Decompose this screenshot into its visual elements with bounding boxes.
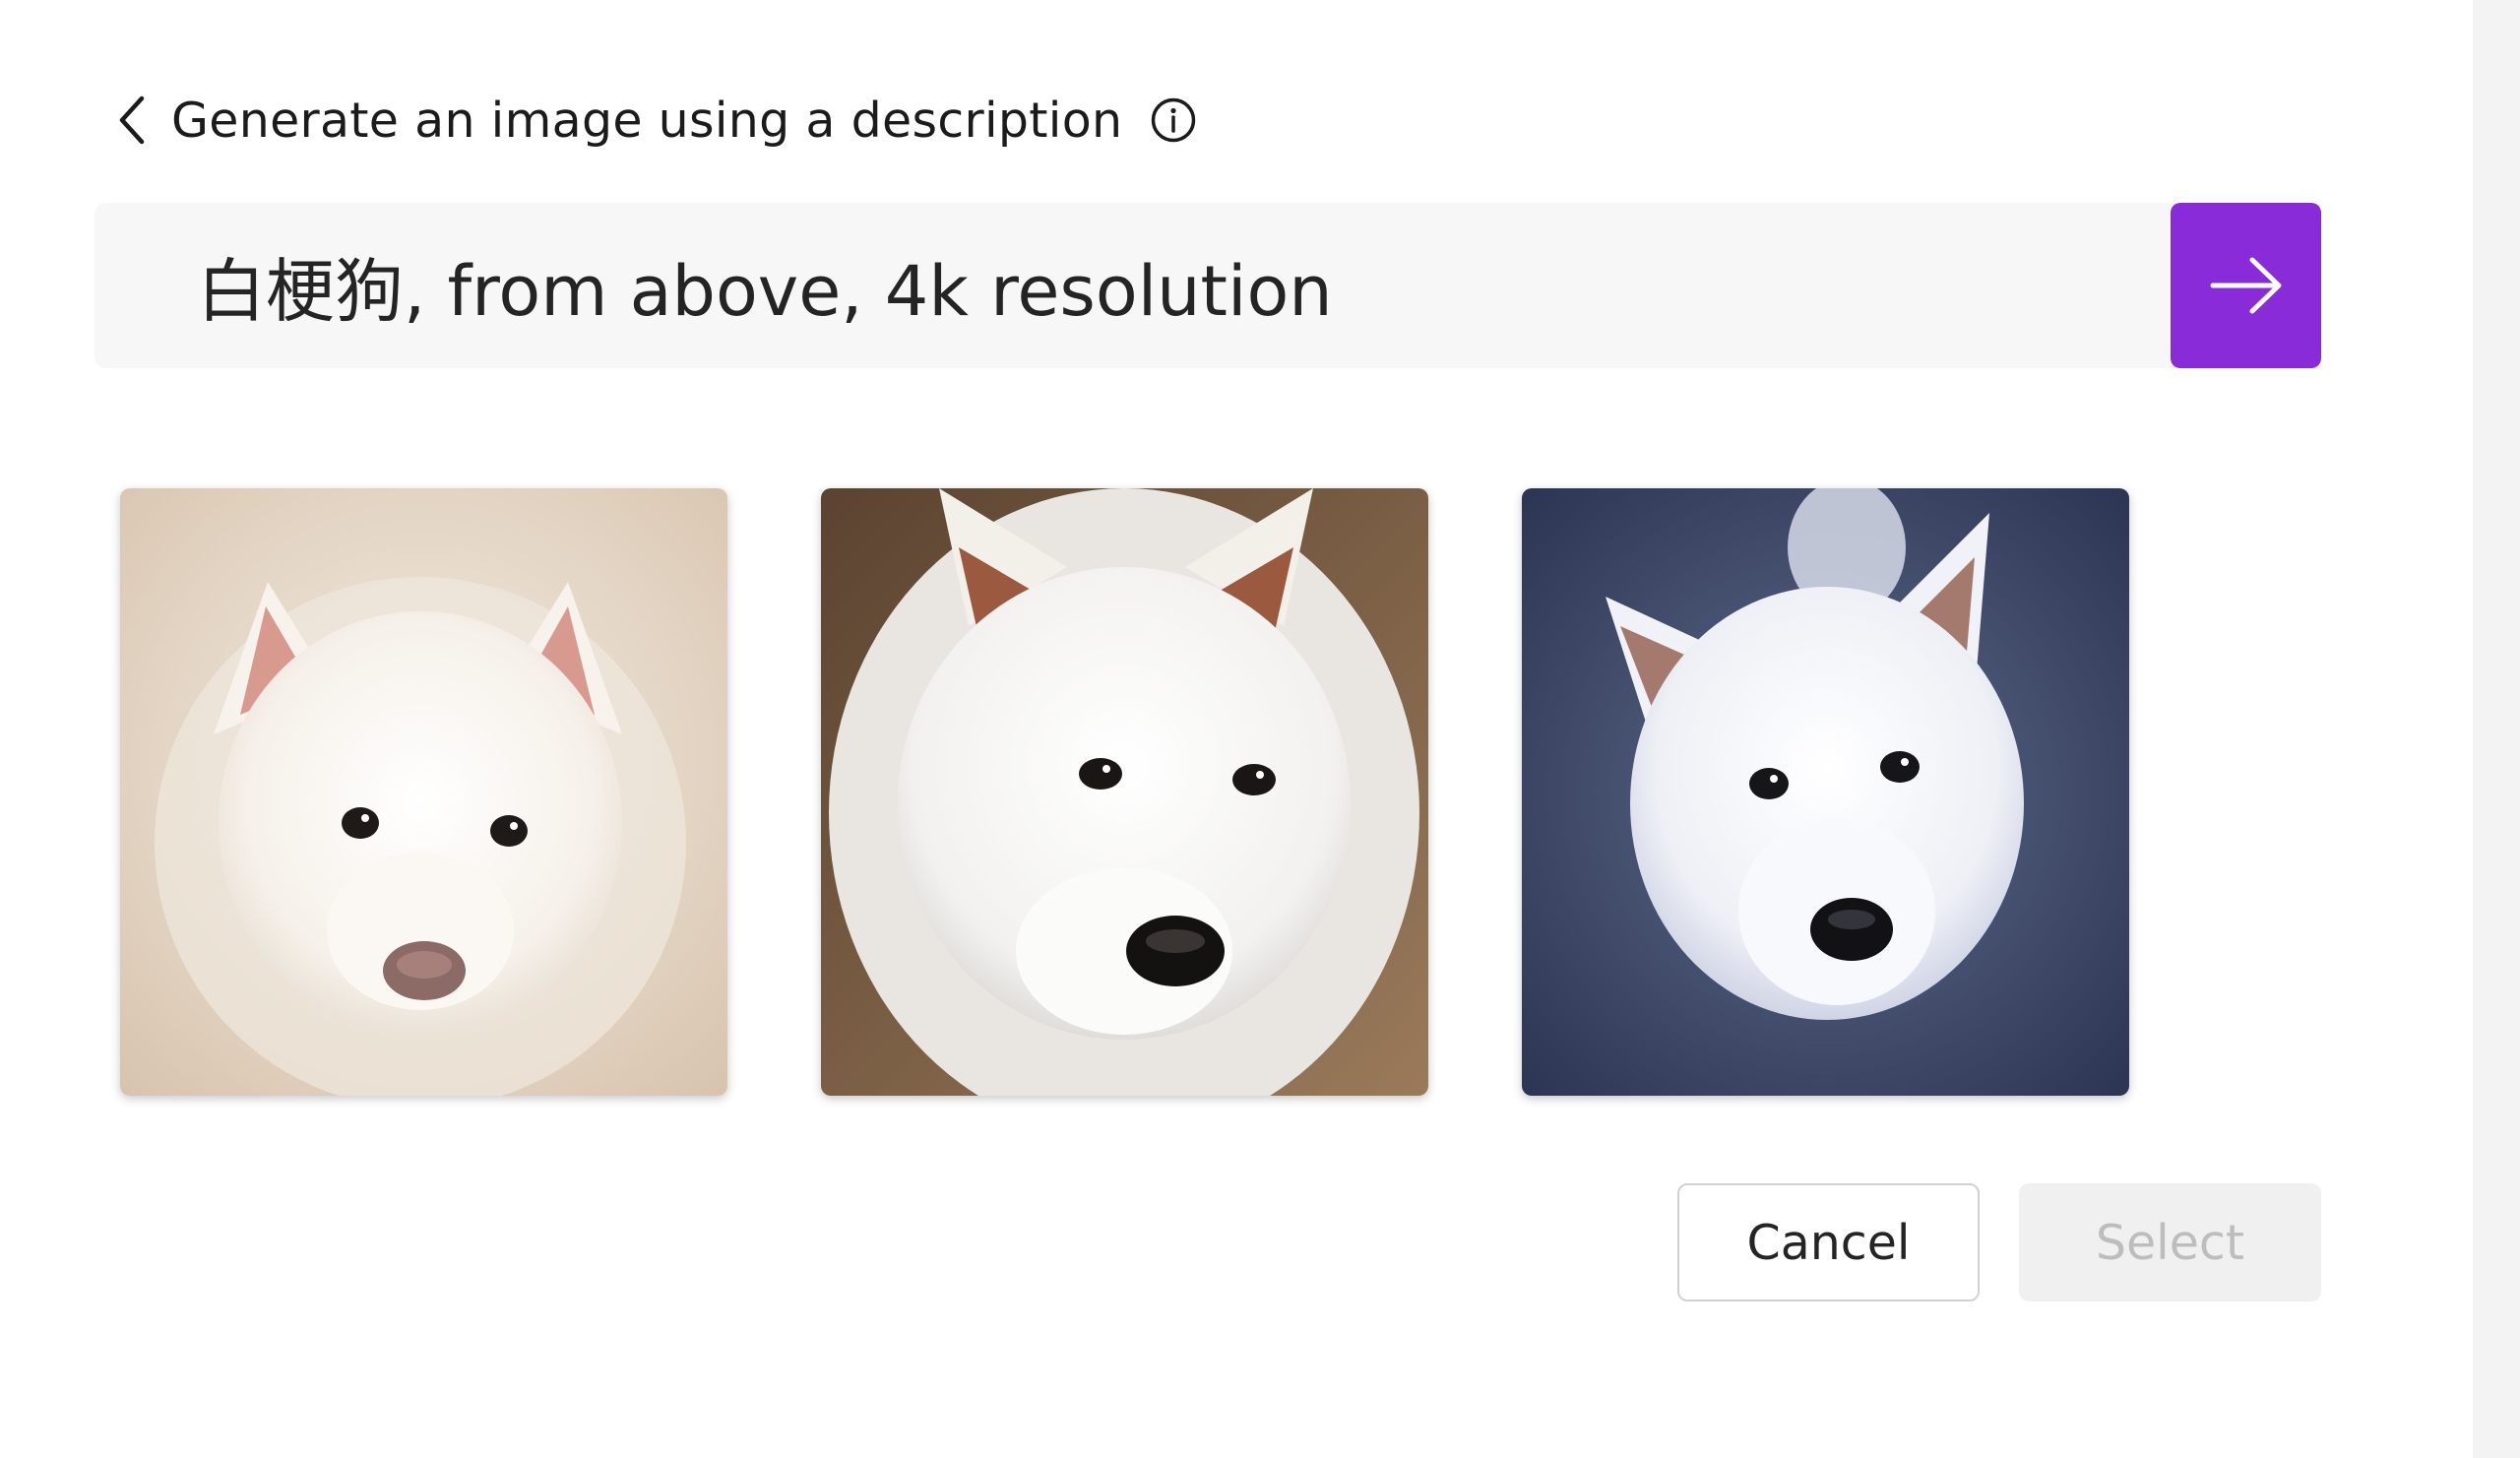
scrollbar-track [2473,0,2520,1458]
arrow-right-icon [2210,257,2281,314]
dog-image [120,488,727,1096]
dog-image [1522,488,2129,1096]
generated-image-option[interactable] [1522,488,2129,1096]
chevron-left-icon [119,95,145,145]
select-button[interactable]: Select [2019,1183,2321,1301]
generated-image-option[interactable] [120,488,727,1096]
cancel-button[interactable]: Cancel [1677,1183,1980,1301]
prompt-input[interactable] [197,203,2225,368]
generated-image-option[interactable] [821,488,1428,1096]
dog-image [821,488,1428,1096]
info-icon[interactable] [1148,95,1199,146]
back-button[interactable] [110,91,154,150]
submit-button[interactable] [2171,203,2321,368]
prompt-bar [94,203,2321,368]
dialog-header: Generate an image using a description [110,87,1199,154]
page-title: Generate an image using a description [171,92,1123,149]
